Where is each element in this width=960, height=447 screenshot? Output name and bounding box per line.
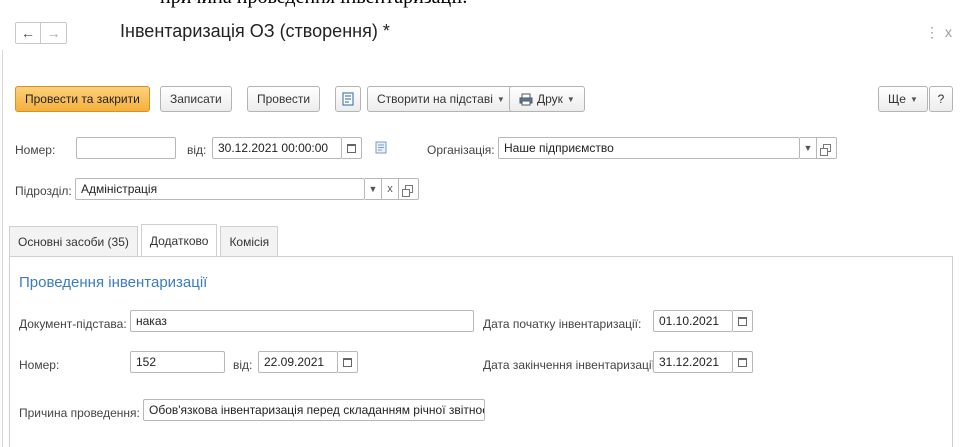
reason-label: Причина проведення: (19, 406, 140, 420)
end-date-label: Дата закінчення інвентаризації: (483, 358, 659, 372)
calendar-icon (343, 357, 352, 367)
print-label: Друк (537, 92, 563, 106)
printer-icon (519, 93, 533, 105)
calendar-icon (738, 357, 747, 367)
organization-dropdown-button[interactable]: ▼ (800, 137, 817, 159)
chevron-down-icon: ▼ (496, 94, 505, 104)
organization-open-button[interactable] (817, 137, 837, 159)
order-date-label: від: (233, 358, 253, 372)
save-label: Записати (170, 92, 222, 106)
tab-bar: Основні засоби (35) Додатково Комісія (9, 224, 279, 256)
department-open-button[interactable] (399, 178, 419, 200)
arrow-left-icon: ← (21, 25, 35, 41)
create-based-on-label: Створити на підставі (377, 92, 493, 106)
post-button[interactable]: Провести (247, 86, 321, 112)
create-based-on-button[interactable]: Створити на підставі ▼ (367, 86, 515, 112)
left-divider (2, 50, 3, 447)
notes-icon (375, 141, 387, 154)
post-and-close-button[interactable]: Провести та закрити (15, 86, 150, 112)
more-button[interactable]: Ще ▼ (878, 86, 928, 112)
chevron-down-icon: ▼ (566, 94, 575, 104)
open-icon (819, 144, 831, 156)
open-icon (401, 185, 413, 197)
overflow-text: причина проведення інвентаризації. (160, 0, 467, 9)
order-number-label: Номер: (19, 358, 60, 372)
close-window-button[interactable]: x (945, 24, 952, 40)
post-label: Провести (257, 92, 311, 106)
start-date-input[interactable]: 01.10.2021 (653, 310, 733, 332)
basis-document-input[interactable]: наказ (130, 310, 474, 332)
end-date-input[interactable]: 31.12.2021 (653, 351, 733, 373)
post-and-close-label: Провести та закрити (25, 92, 140, 106)
tab-additional[interactable]: Додатково (140, 224, 218, 256)
navigation-group: ← → (15, 22, 67, 44)
document-structure-icon (342, 92, 354, 106)
start-date-calendar-button[interactable] (733, 310, 753, 332)
arrow-right-icon: → (46, 25, 61, 41)
start-date-label: Дата початку інвентаризації: (483, 317, 642, 331)
section-title: Проведення інвентаризації (19, 274, 208, 291)
number-label: Номер: (15, 143, 56, 157)
more-actions-icon[interactable]: ⋮ (925, 24, 939, 41)
tab-label: Комісія (229, 234, 270, 249)
dropdown-arrow-icon: ▼ (368, 184, 378, 194)
department-input[interactable]: Адміністрація (75, 178, 365, 200)
dropdown-arrow-icon: ▼ (803, 143, 813, 153)
department-dropdown-button[interactable]: ▼ (365, 178, 382, 200)
save-button[interactable]: Записати (160, 86, 232, 112)
help-label: ? (937, 92, 945, 106)
date-label: від: (187, 143, 207, 157)
order-number-input[interactable]: 152 (130, 351, 225, 373)
basis-document-label: Документ-підстава: (19, 317, 127, 331)
organization-input[interactable]: Наше підприємство (498, 137, 800, 159)
end-date-calendar-button[interactable] (733, 351, 753, 373)
more-label: Ще (888, 92, 906, 106)
order-date-calendar-button[interactable] (338, 351, 358, 373)
reason-input[interactable]: Обов'язкова інвентаризація перед складан… (143, 399, 485, 421)
document-date-input[interactable]: 30.12.2021 00:00:00 (212, 137, 342, 159)
print-button[interactable]: Друк ▼ (509, 86, 585, 112)
tab-commission[interactable]: Комісія (220, 226, 279, 256)
calendar-icon (347, 143, 356, 153)
form-title: Інвентаризація ОЗ (створення) * (120, 21, 390, 41)
tab-label: Додатково (149, 233, 209, 248)
chevron-down-icon: ▼ (909, 94, 918, 104)
back-button[interactable]: ← (15, 22, 41, 44)
forward-button[interactable]: → (41, 22, 67, 44)
number-input[interactable] (76, 137, 176, 159)
calendar-button[interactable] (342, 137, 362, 159)
comment-icon[interactable] (375, 141, 387, 157)
organization-label: Організація: (427, 143, 495, 157)
department-clear-button[interactable]: x (382, 178, 399, 200)
tab-label: Основні засоби (35) (18, 234, 129, 249)
tab-fixed-assets[interactable]: Основні засоби (35) (9, 226, 138, 256)
clear-icon: x (387, 183, 393, 195)
help-button[interactable]: ? (929, 86, 953, 112)
report-structure-button[interactable] (335, 86, 361, 112)
order-date-input[interactable]: 22.09.2021 (258, 351, 338, 373)
department-label: Підрозділ: (15, 184, 72, 198)
calendar-icon (738, 316, 747, 326)
